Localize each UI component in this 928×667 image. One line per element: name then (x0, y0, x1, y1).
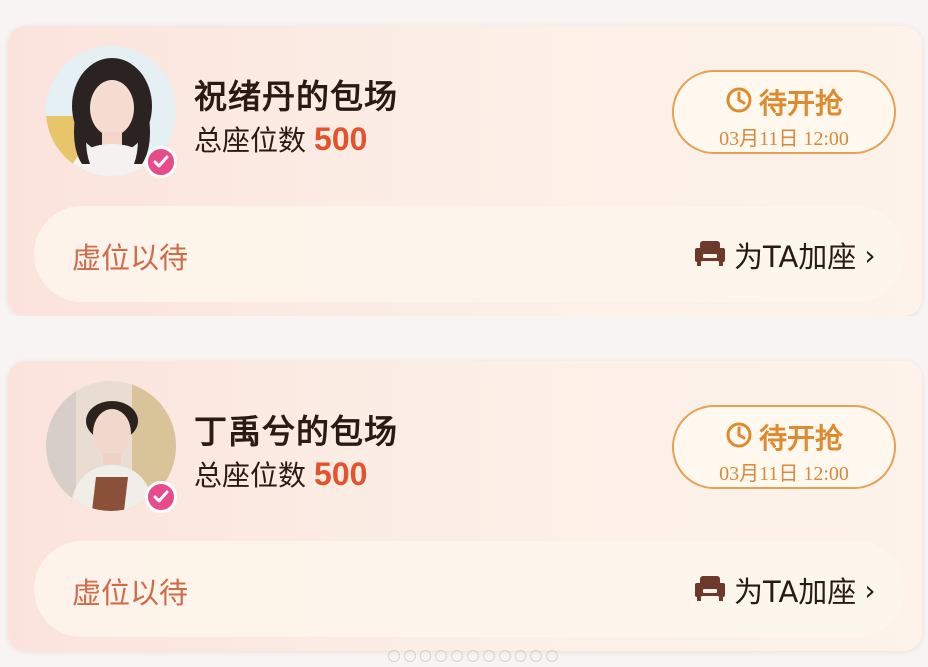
booking-card[interactable]: 丁禹兮的包场 总座位数 500 待开抢 03月11日 12:00 虚位以待 为T… (8, 361, 922, 651)
booking-title: 祝绪丹的包场 (194, 77, 398, 116)
sofa-icon (694, 239, 726, 271)
verified-check-icon (145, 146, 177, 178)
seat-count-label: 总座位数 (194, 124, 307, 157)
grab-label: 待开抢 (758, 422, 843, 455)
seat-count: 总座位数 500 (194, 454, 367, 494)
add-seat-label: 为TA加座 (734, 575, 857, 609)
seat-bar: 虚位以待 为TA加座 › (34, 206, 904, 302)
chevron-right-icon: › (864, 238, 876, 272)
grab-time: 03月11日 12:00 (719, 463, 849, 485)
seat-bar: 虚位以待 为TA加座 › (34, 541, 904, 637)
grab-time: 03月11日 12:00 (719, 128, 849, 150)
add-seat-button[interactable]: 为TA加座 › (694, 569, 876, 611)
vacant-label: 虚位以待 (72, 241, 189, 275)
card-divider (0, 316, 928, 361)
clock-icon (725, 86, 753, 118)
watermark (388, 650, 558, 664)
seat-count-label: 总座位数 (194, 459, 307, 492)
verified-check-icon (145, 481, 177, 513)
grab-button[interactable]: 待开抢 03月11日 12:00 (672, 405, 896, 489)
add-seat-label: 为TA加座 (734, 240, 857, 274)
seat-count: 总座位数 500 (194, 119, 367, 159)
grab-button[interactable]: 待开抢 03月11日 12:00 (672, 70, 896, 154)
seat-count-value: 500 (314, 121, 368, 157)
add-seat-button[interactable]: 为TA加座 › (694, 234, 876, 276)
vacant-label: 虚位以待 (72, 576, 189, 610)
booking-title: 丁禹兮的包场 (194, 412, 398, 451)
grab-label: 待开抢 (758, 87, 843, 120)
chevron-right-icon: › (864, 573, 876, 607)
seat-count-value: 500 (314, 456, 368, 492)
sofa-icon (694, 574, 726, 606)
clock-icon (725, 421, 753, 453)
booking-card[interactable]: 祝绪丹的包场 总座位数 500 待开抢 03月11日 12:00 虚位以待 为T… (8, 26, 922, 316)
